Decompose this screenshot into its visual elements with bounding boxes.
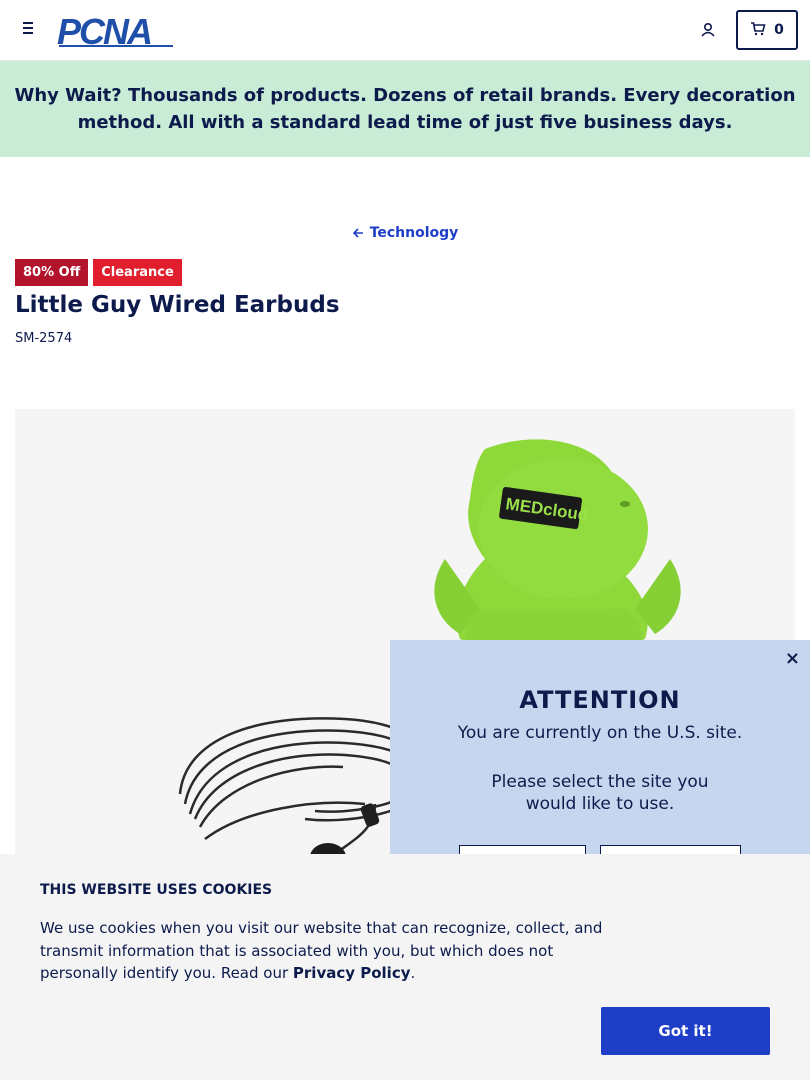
user-icon[interactable] — [698, 20, 718, 40]
promo-text: Why Wait? Thousands of products. Dozens … — [12, 82, 798, 136]
svg-text:PCNA: PCNA — [57, 14, 151, 48]
cart-count: 0 — [774, 22, 784, 38]
breadcrumb-link[interactable]: Technology — [370, 225, 459, 241]
arrow-left-icon — [352, 227, 364, 239]
cookie-banner: THIS WEBSITE USES COOKIES We use cookies… — [0, 854, 810, 1080]
pcna-logo[interactable]: PCNA — [57, 11, 177, 52]
cart-icon — [750, 21, 766, 40]
promo-banner: Why Wait? Thousands of products. Dozens … — [0, 61, 810, 157]
breadcrumb[interactable]: Technology — [0, 225, 810, 241]
modal-title: ATTENTION — [519, 686, 681, 714]
promo-lead: Why Wait? — [14, 85, 122, 106]
cookie-period: . — [410, 964, 416, 982]
privacy-policy-link[interactable]: Privacy Policy — [293, 964, 411, 982]
modal-current-site: You are currently on the U.S. site. — [457, 723, 743, 743]
modal-instruction-2: would like to use. — [525, 794, 675, 814]
site-header: PCNA 0 — [0, 0, 810, 61]
product-title: Little Guy Wired Earbuds — [15, 292, 340, 318]
cookie-text: We use cookies when you visit our websit… — [40, 917, 620, 985]
close-icon[interactable]: × — [785, 648, 800, 669]
discount-badge: 80% Off — [15, 259, 89, 286]
promo-body: Thousands of products. Dozens of retail … — [77, 85, 796, 133]
clearance-badge: Clearance — [93, 259, 182, 286]
product-sku: SM-2574 — [15, 331, 73, 346]
cart-button[interactable]: 0 — [736, 10, 798, 50]
got-it-button[interactable]: Got it! — [601, 1007, 770, 1055]
modal-instruction-1: Please select the site you — [491, 772, 709, 792]
hamburger-icon[interactable] — [20, 22, 36, 38]
product-badges: 80% Off Clearance — [15, 259, 182, 286]
cookie-title: THIS WEBSITE USES COOKIES — [40, 882, 273, 898]
